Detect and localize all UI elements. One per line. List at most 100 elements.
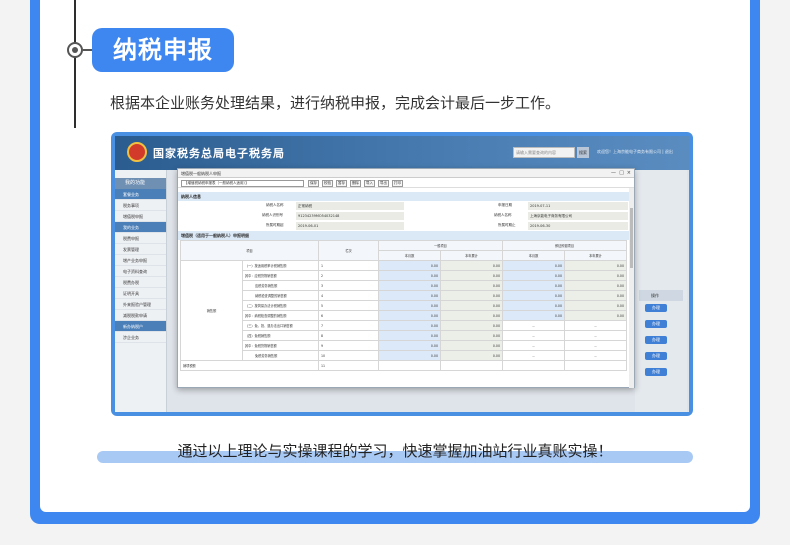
cell-value: -- xyxy=(564,350,627,361)
export-button[interactable]: 导出 xyxy=(378,180,389,187)
sidebar-group[interactable]: 我的业务 xyxy=(115,222,166,233)
sidebar-item[interactable]: 税费申报 xyxy=(115,233,166,244)
action-column-header: 操作 xyxy=(639,290,683,301)
cell-value: 0.00 xyxy=(564,270,627,281)
print-button[interactable]: 打印 xyxy=(392,180,403,187)
table-row: 免税劳务销售额 10 0.00 0.00 -- -- xyxy=(181,350,627,361)
sidebar-item[interactable]: 涉企业务 xyxy=(115,332,166,343)
cell-value[interactable]: 0.00 xyxy=(378,270,441,281)
column-header: 栏次 xyxy=(318,240,379,261)
cell-value[interactable]: 0.00 xyxy=(502,280,565,291)
minimize-icon[interactable]: — xyxy=(611,169,616,178)
sidebar-item[interactable]: 电子资料查询 xyxy=(115,266,166,277)
row-item: 应税劳务销售额 xyxy=(242,280,319,291)
table-row: （二）按简易办法计税销售额 5 0.00 0.00 0.00 0.00 xyxy=(181,300,627,311)
this-month-header: 本月数 xyxy=(378,250,441,261)
info-value[interactable]: 2019-06-30 xyxy=(528,222,628,230)
row-item: 其中：应税货物销售额 xyxy=(242,270,319,281)
table-row: 其中：应税货物销售额 2 0.00 0.00 0.00 0.00 xyxy=(181,270,627,281)
basic-info-header: 纳税人信息 xyxy=(178,192,634,201)
row-item: （四）免税销售额 xyxy=(242,330,319,341)
cell-value: 0.00 xyxy=(440,350,503,361)
sidebar-item[interactable]: 增产业务申报 xyxy=(115,255,166,266)
info-value[interactable]: 2019-06-01 xyxy=(296,222,404,230)
handle-button[interactable]: 办理 xyxy=(645,336,667,344)
maximize-icon[interactable]: □ xyxy=(619,169,624,178)
handle-button[interactable]: 办理 xyxy=(645,304,667,312)
table-row: （四）免税销售额 8 0.00 0.00 -- -- xyxy=(181,330,627,341)
cell-value[interactable]: 0.00 xyxy=(378,330,441,341)
general-header: 一般项目 xyxy=(378,240,503,251)
page-root: 纳税申报 根据本企业账务处理结果，进行纳税申报，完成会计最后一步工作。 国家税务… xyxy=(0,0,790,545)
sidebar-item[interactable]: 证明开具 xyxy=(115,288,166,299)
cell-value: 0.00 xyxy=(440,340,503,351)
sidebar-item[interactable]: 增值税申报 xyxy=(115,211,166,222)
cell-value: -- xyxy=(564,320,627,331)
cell-value[interactable]: 0.00 xyxy=(378,340,441,351)
sidebar-item[interactable]: 税务事项 xyxy=(115,200,166,211)
portal-search-button[interactable]: 搜索 xyxy=(577,147,589,158)
cell-value[interactable]: 0.00 xyxy=(378,290,441,301)
cell-value: 0.00 xyxy=(564,300,627,311)
cell-value[interactable]: 0.00 xyxy=(502,300,565,311)
sidebar-item[interactable]: 税费办税 xyxy=(115,277,166,288)
table-row: 其中：纳税检查调整的销售额 6 0.00 0.00 0.00 0.00 xyxy=(181,310,627,321)
row-item: （二）按简易办法计税销售额 xyxy=(242,300,319,311)
row-column: 2 xyxy=(318,270,379,281)
delete-button[interactable]: 删除 xyxy=(350,180,361,187)
verify-button[interactable]: 校验 xyxy=(322,180,333,187)
dialog-scrollbar[interactable] xyxy=(629,188,634,388)
cell-value[interactable]: 0.00 xyxy=(502,260,565,271)
row-item: 销项税额 xyxy=(180,360,319,371)
sidebar-group[interactable]: 套餐业务 xyxy=(115,189,166,200)
portal-search-input[interactable]: 请输入需要查询的内容 xyxy=(513,147,575,158)
row-column: 7 xyxy=(318,320,379,331)
vat-table: 项目 栏次 一般项目 即征即退项目 本月数 本年累计 本月数 本年累计 销售额 … xyxy=(180,240,627,371)
sidebar-item[interactable]: 外来报验户管理 xyxy=(115,299,166,310)
user-info[interactable]: 欢迎您！上海京能电子商务有限公司 | 退出 xyxy=(597,149,673,155)
sidebar-header[interactable]: 我的功能 xyxy=(115,178,166,189)
cell-value[interactable]: 0.00 xyxy=(378,300,441,311)
import-button[interactable]: 导入 xyxy=(364,180,375,187)
temp-save-button[interactable]: 暂存 xyxy=(336,180,347,187)
cell-value: 0.00 xyxy=(440,330,503,341)
cell-value[interactable]: 0.00 xyxy=(378,350,441,361)
cell-value[interactable]: 0.00 xyxy=(378,320,441,331)
cell-value[interactable]: 0.00 xyxy=(502,270,565,281)
row-item: 纳税检查调整的销售额 xyxy=(242,290,319,301)
sidebar-item[interactable]: 发票管理 xyxy=(115,244,166,255)
handle-button[interactable]: 办理 xyxy=(645,320,667,328)
refund-header: 即征即退项目 xyxy=(502,240,627,251)
info-value[interactable]: 91234239MO54032148 xyxy=(296,212,404,220)
info-value[interactable]: 2019-07-11 xyxy=(528,202,628,210)
cell-value[interactable]: 0.00 xyxy=(378,280,441,291)
cell-value: 0.00 xyxy=(440,320,503,331)
info-value[interactable]: 上海京能电子商务有限公司 xyxy=(528,212,628,220)
handle-button[interactable]: 办理 xyxy=(645,352,667,360)
info-label: 所属时期起 xyxy=(266,223,284,227)
info-value[interactable]: 正常纳税 xyxy=(296,202,404,210)
cell-value[interactable]: 0.00 xyxy=(502,310,565,321)
close-icon[interactable]: × xyxy=(627,169,631,178)
cell-value: 0.00 xyxy=(440,270,503,281)
portal-header: 国家税务总局电子税务局 请输入需要查询的内容 搜索 欢迎您！上海京能电子商务有限… xyxy=(115,136,689,170)
cell-value[interactable]: 0.00 xyxy=(378,260,441,271)
row-item: 免税劳务销售额 xyxy=(242,350,319,361)
ytd-header: 本年累计 xyxy=(564,250,627,261)
row-column: 1 xyxy=(318,260,379,271)
row-column: 8 xyxy=(318,330,379,341)
cell-value: 0.00 xyxy=(440,310,503,321)
form-select[interactable]: 【增值税纳税申报表（一般纳税人适用）】 xyxy=(181,180,304,187)
sidebar-item[interactable]: 减税税款申请 xyxy=(115,310,166,321)
cell-value: 0.00 xyxy=(440,300,503,311)
info-label: 纳税人名称 xyxy=(266,203,284,207)
sidebar-group[interactable]: 新办纳税户 xyxy=(115,321,166,332)
cell-value[interactable]: 0.00 xyxy=(378,310,441,321)
cell-value[interactable]: 0.00 xyxy=(502,290,565,301)
vat-declaration-dialog: 增值税一般纳税人申报 — □ × 【增值税纳税申报表（一般纳税人适用）】 保存 … xyxy=(177,168,635,388)
table-row: 纳税检查调整的销售额 4 0.00 0.00 0.00 0.00 xyxy=(181,290,627,301)
cell-value: 0.00 xyxy=(564,260,627,271)
handle-button[interactable]: 办理 xyxy=(645,368,667,376)
save-button[interactable]: 保存 xyxy=(308,180,319,187)
row-column: 9 xyxy=(318,340,379,351)
